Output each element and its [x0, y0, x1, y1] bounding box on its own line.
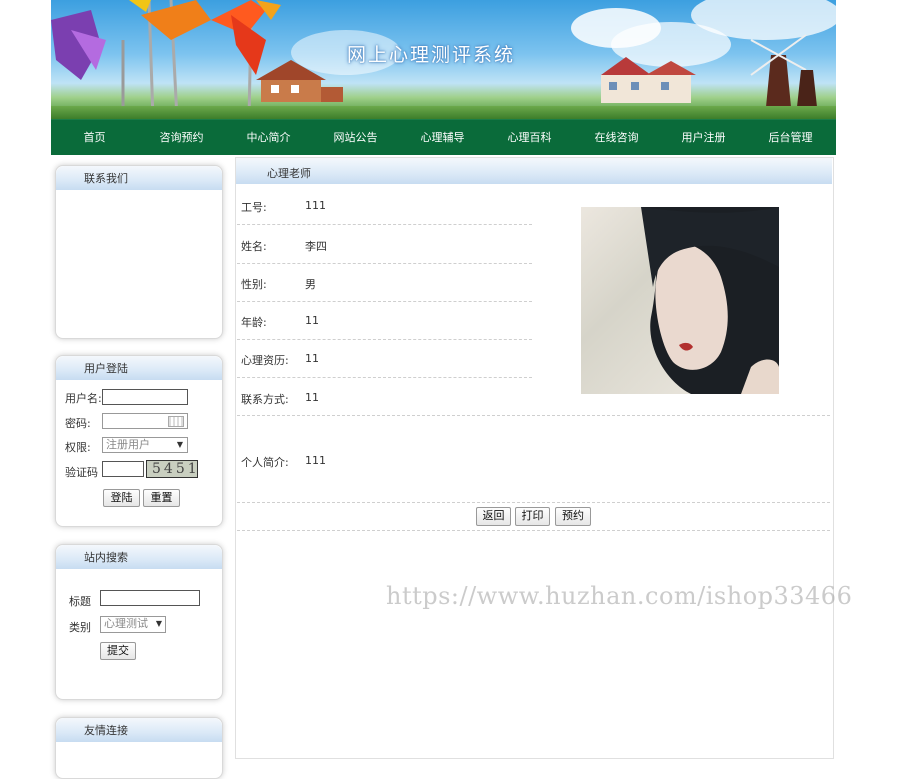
login-box-title: 用户登陆 [56, 356, 222, 380]
username-label: 用户名: [65, 392, 102, 405]
search-title-input[interactable] [100, 590, 200, 606]
login-button[interactable]: 登陆 [103, 489, 140, 507]
links-box: 友情连接 [55, 717, 223, 779]
nav-item-about[interactable]: 中心简介 [225, 120, 312, 155]
nav-item-appointment[interactable]: 咨询预约 [138, 120, 225, 155]
teacher-photo [581, 207, 779, 394]
field-label-bio: 个人简介: [241, 456, 289, 469]
main-panel-header: 心理老师 [236, 158, 832, 184]
villa-icon [601, 57, 696, 103]
print-button[interactable]: 打印 [515, 507, 550, 526]
search-submit-button[interactable]: 提交 [100, 642, 136, 660]
header-banner: 网上心理测评系统 [51, 0, 836, 119]
main-nav: 首页 咨询预约 中心简介 网站公告 心理辅导 心理百科 在线咨询 用户注册 后台… [51, 119, 836, 155]
nav-item-encyclopedia[interactable]: 心理百科 [486, 120, 573, 155]
nav-item-home[interactable]: 首页 [51, 120, 138, 155]
role-label: 权限: [65, 441, 91, 454]
field-label-name: 姓名: [241, 240, 267, 253]
field-value-bio: 111 [305, 454, 326, 467]
divider [237, 263, 532, 264]
divider [237, 502, 830, 503]
field-value-qualification: 11 [305, 352, 319, 365]
field-label-age: 年龄: [241, 316, 267, 329]
site-title: 网上心理测评系统 [347, 44, 516, 66]
divider [237, 301, 532, 302]
password-label: 密码: [65, 417, 91, 430]
search-category-value: 心理测试 [104, 617, 148, 630]
field-value-id: 111 [305, 199, 326, 212]
nav-item-announcements[interactable]: 网站公告 [312, 120, 399, 155]
contact-box-title: 联系我们 [56, 166, 222, 190]
field-value-name: 李四 [305, 240, 327, 253]
username-input[interactable] [102, 389, 188, 405]
house-icon [256, 60, 343, 102]
book-button[interactable]: 预约 [555, 507, 591, 526]
field-value-gender: 男 [305, 278, 316, 291]
divider [237, 224, 532, 225]
chevron-down-icon: ▼ [176, 440, 183, 449]
back-button[interactable]: 返回 [476, 507, 511, 526]
divider [237, 415, 830, 416]
contact-box: 联系我们 [55, 165, 223, 339]
field-value-contact: 11 [305, 391, 319, 404]
nav-item-register[interactable]: 用户注册 [660, 120, 747, 155]
role-select[interactable]: 注册用户 ▼ [102, 437, 188, 453]
nav-item-counseling[interactable]: 心理辅导 [399, 120, 486, 155]
role-select-value: 注册用户 [106, 438, 150, 451]
search-category-select[interactable]: 心理测试 ▼ [100, 616, 166, 633]
chevron-down-icon: ▼ [155, 619, 162, 628]
windmill-icon [750, 34, 817, 107]
captcha-input[interactable] [102, 461, 144, 477]
divider [237, 339, 532, 340]
search-title-label: 标题 [69, 595, 91, 608]
field-label-contact: 联系方式: [241, 393, 289, 406]
watermark: https://www.huzhan.com/ishop33466 [386, 582, 853, 610]
field-label-gender: 性别: [241, 278, 267, 291]
search-box-title: 站内搜索 [56, 545, 222, 569]
field-label-id: 工号: [241, 201, 267, 214]
password-input[interactable] [102, 413, 188, 429]
nav-item-online-consult[interactable]: 在线咨询 [573, 120, 660, 155]
keyboard-icon[interactable] [168, 416, 184, 427]
captcha-label: 验证码 [65, 466, 98, 479]
field-label-qualification: 心理资历: [241, 354, 289, 367]
pinwheel-icon [51, 0, 281, 119]
search-category-label: 类别 [69, 621, 91, 634]
captcha-image[interactable]: 5451 [146, 460, 198, 478]
field-value-age: 11 [305, 314, 319, 327]
divider [237, 377, 532, 378]
page-title: 心理老师 [267, 167, 311, 180]
links-box-title: 友情连接 [56, 718, 222, 742]
divider [237, 530, 830, 531]
nav-item-admin[interactable]: 后台管理 [747, 120, 834, 155]
reset-button[interactable]: 重置 [143, 489, 180, 507]
